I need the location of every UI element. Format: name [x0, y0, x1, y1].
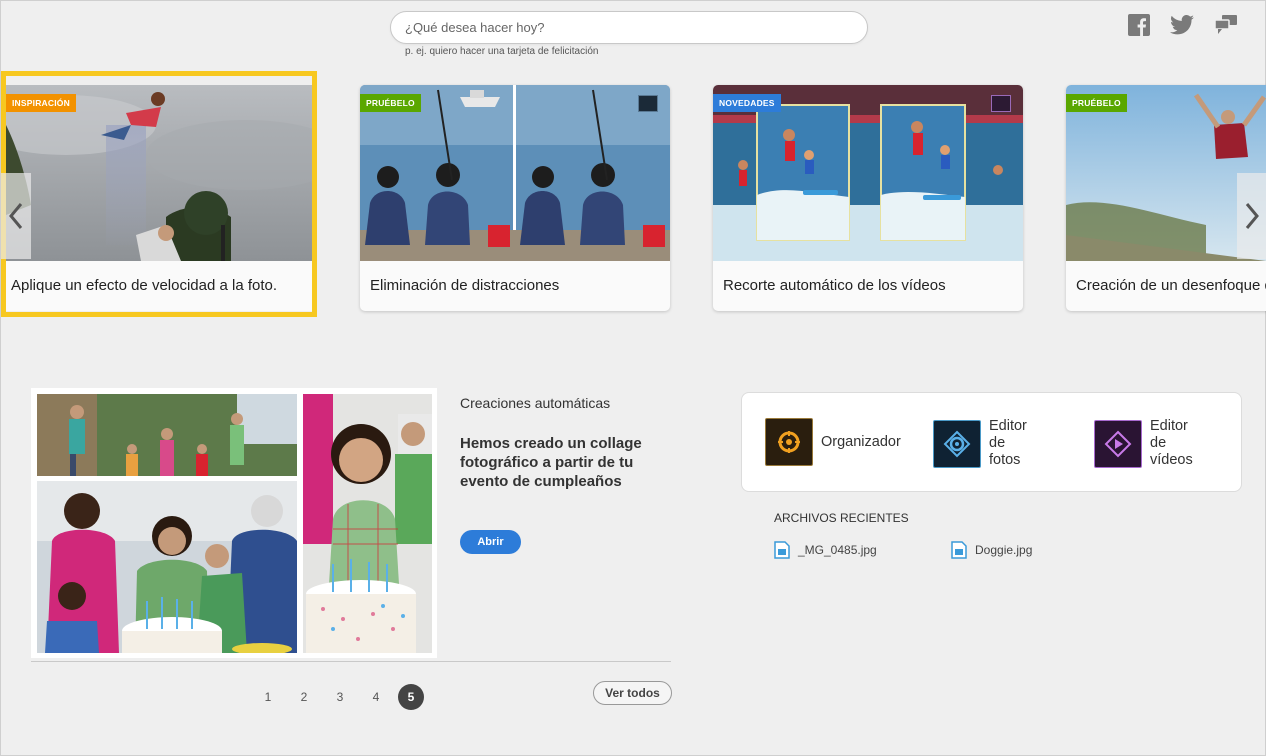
- recent-file-item[interactable]: _MG_0485.jpg: [774, 541, 877, 559]
- photo-editor-icon: [933, 419, 981, 468]
- organizer-launch[interactable]: Organizador: [765, 418, 901, 466]
- chevron-right-icon: [1245, 203, 1259, 229]
- search-area: p. ej. quiero hacer una tarjeta de felic…: [390, 11, 868, 57]
- video-editor-icon: [1094, 419, 1142, 468]
- collage-photo-family-cake: [37, 481, 297, 653]
- video-editor-label: Editor de vídeos: [1150, 418, 1193, 468]
- carousel-card-auto-trim-videos[interactable]: NOVEDADES Recorte automático de los víde…: [713, 85, 1023, 311]
- card-badge: PRUÉBELO: [1066, 94, 1127, 112]
- card-caption: Recorte automático de los vídeos: [723, 277, 946, 294]
- page-2[interactable]: 2: [291, 684, 317, 710]
- recent-file-name: Doggie.jpg: [975, 543, 1033, 557]
- feedback-icon[interactable]: [1214, 13, 1238, 37]
- image-file-icon: [951, 541, 967, 559]
- search-input[interactable]: [390, 11, 868, 44]
- page-3[interactable]: 3: [327, 684, 353, 710]
- card-caption: Creación de un desenfoque de: [1076, 277, 1266, 294]
- image-file-icon: [774, 541, 790, 559]
- recent-file-item[interactable]: Doggie.jpg: [951, 541, 1032, 559]
- collage-photo-girl-cake: [303, 394, 432, 653]
- facebook-icon[interactable]: [1127, 13, 1151, 37]
- card-badge: PRUÉBELO: [360, 94, 421, 112]
- collage-photo-party-outdoor: [37, 394, 297, 476]
- photo-editor-label: Editor de fotos: [989, 418, 1027, 468]
- organizer-icon: [765, 418, 813, 466]
- chevron-left-icon: [9, 203, 23, 229]
- page-1[interactable]: 1: [255, 684, 281, 710]
- photo-editor-launch[interactable]: Editor de fotos: [933, 418, 1027, 469]
- card-badge: INSPIRACIÓN: [6, 94, 76, 112]
- recent-file-name: _MG_0485.jpg: [798, 543, 877, 557]
- carousel-card-blur-effect[interactable]: PRUÉBELO Creación de un desenfoque de: [1066, 85, 1266, 311]
- card-caption: Eliminación de distracciones: [370, 277, 560, 294]
- card-caption: Aplique un efecto de velocidad a la foto…: [11, 277, 278, 294]
- divider: [31, 661, 671, 662]
- carousel-prev-button[interactable]: [1, 173, 31, 259]
- video-editor-icon: [991, 95, 1011, 112]
- open-button[interactable]: Abrir: [460, 530, 521, 554]
- video-editor-launch[interactable]: Editor de vídeos: [1094, 418, 1193, 469]
- page-4[interactable]: 4: [363, 684, 389, 710]
- photo-editor-icon: [638, 95, 658, 112]
- organizer-label: Organizador: [821, 433, 901, 450]
- auto-creation-collage[interactable]: [31, 388, 437, 658]
- card-badge: NOVEDADES: [713, 94, 781, 112]
- apps-panel: Organizador Editor de fotos Editor de vídeos: [741, 392, 1242, 492]
- inspiration-carousel: INSPIRACIÓN Aplique un efecto de velocid…: [1, 71, 1266, 321]
- search-hint: p. ej. quiero hacer una tarjeta de felic…: [405, 46, 599, 57]
- see-all-button[interactable]: Ver todos: [593, 681, 672, 705]
- recent-files-title: ARCHIVOS RECIENTES: [774, 511, 909, 525]
- twitter-icon[interactable]: [1170, 13, 1194, 37]
- creation-title: Creaciones automáticas: [460, 395, 611, 411]
- carousel-next-button[interactable]: [1237, 173, 1266, 259]
- page-5[interactable]: 5: [398, 684, 424, 710]
- carousel-card-speed-effect[interactable]: INSPIRACIÓN Aplique un efecto de velocid…: [6, 85, 316, 311]
- carousel-card-remove-distractions[interactable]: PRUÉBELO Eliminación de distracciones: [360, 85, 670, 311]
- creation-description: Hemos creado un collage fotográfico a pa…: [460, 435, 642, 490]
